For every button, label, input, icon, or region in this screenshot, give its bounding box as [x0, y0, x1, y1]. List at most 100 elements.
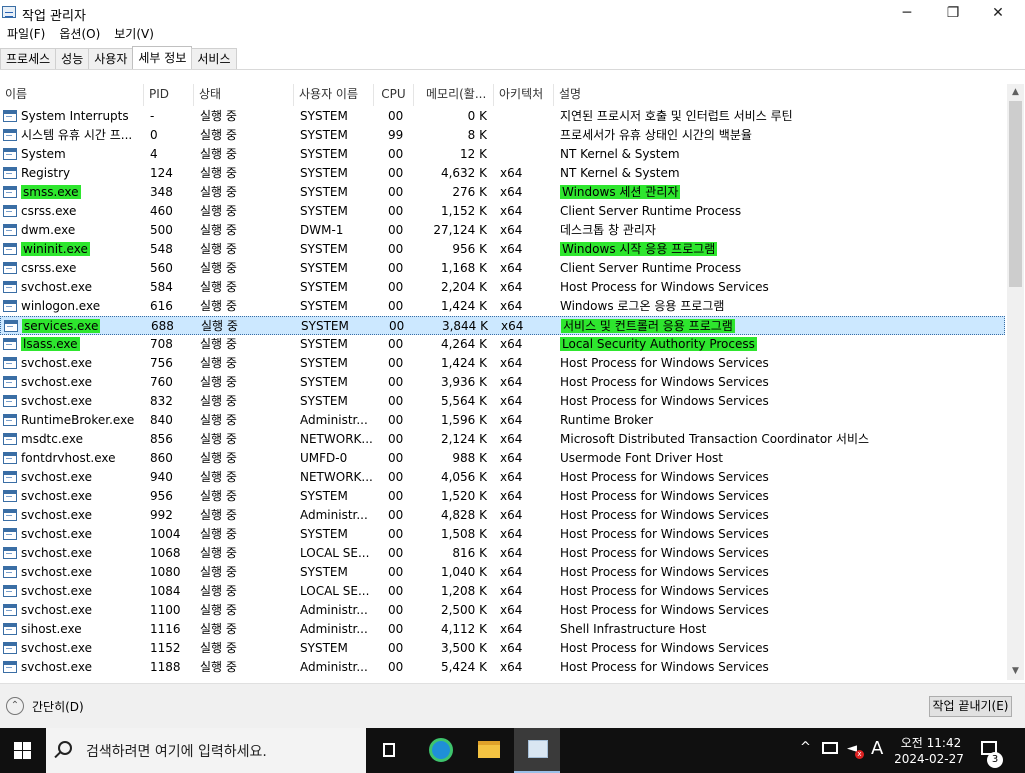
process-memory: 2,124 K	[440, 432, 487, 446]
task-view-icon	[383, 743, 395, 757]
table-row[interactable]: csrss.exe 560 실행 중 SYSTEM 00 1,168 K x64 Client…	[0, 259, 1005, 278]
process-pid: 616	[150, 299, 173, 313]
table-row[interactable]: svchost.exe 1100 실행 중 Administr... 00 2,500 K…	[0, 601, 1005, 620]
edge-button[interactable]	[418, 728, 464, 773]
column-header-arch[interactable]: 아키텍처	[494, 84, 554, 106]
tab-performance[interactable]: 성능	[55, 48, 90, 69]
end-task-button[interactable]: 작업 끝내기(E)	[929, 696, 1012, 717]
process-architecture: x64	[500, 280, 523, 294]
process-name: csrss.exe	[21, 204, 77, 218]
process-user: DWM-1	[300, 223, 344, 237]
process-icon	[3, 376, 17, 388]
table-row[interactable]: smss.exe 348 실행 중 SYSTEM 00 276 K x64 Windows 세…	[0, 183, 1005, 202]
table-row[interactable]: svchost.exe 584 실행 중 SYSTEM 00 2,204 K x64 Host…	[0, 278, 1005, 297]
maximize-button[interactable]: ❐	[930, 0, 976, 26]
table-row[interactable]: services.exe 688 실행 중 SYSTEM 00 3,844 K x64 서비스…	[0, 316, 1005, 335]
tab-details[interactable]: 세부 정보	[132, 46, 193, 69]
table-row[interactable]: svchost.exe 1080 실행 중 SYSTEM 00 1,040 K x64 Hos…	[0, 563, 1005, 582]
table-row[interactable]: svchost.exe 992 실행 중 Administr... 00 4,828 K x…	[0, 506, 1005, 525]
column-header-status[interactable]: 상태	[194, 84, 294, 106]
column-header-cpu[interactable]: CPU	[374, 84, 414, 106]
table-row[interactable]: 시스템 유휴 시간 프... 0 실행 중 SYSTEM 99 8 K 프로세서가 유휴 상…	[0, 126, 1005, 145]
process-cpu: 00	[388, 641, 404, 655]
footer-bar: ⌃ 간단히(D) 작업 끝내기(E)	[0, 683, 1025, 728]
table-row[interactable]: svchost.exe 1152 실행 중 SYSTEM 00 3,500 K x64 Hos…	[0, 639, 1005, 658]
table-row[interactable]: lsass.exe 708 실행 중 SYSTEM 00 4,264 K x64 Local …	[0, 335, 1005, 354]
input-method-indicator[interactable]: A	[871, 738, 883, 759]
task-view-button[interactable]	[368, 728, 414, 773]
process-cpu: 00	[388, 527, 404, 541]
taskbar: 검색하려면 여기에 입력하세요. ^ ◄ x A 오전 11:42 2024-0…	[0, 728, 1025, 773]
edge-icon	[429, 738, 453, 762]
scroll-down-icon[interactable]: ▼	[1007, 663, 1024, 680]
process-memory: 1,168 K	[440, 261, 487, 275]
tab-services[interactable]: 서비스	[191, 48, 237, 69]
table-row[interactable]: System 4 실행 중 SYSTEM 00 12 K NT Kernel & Syste…	[0, 145, 1005, 164]
table-row[interactable]: dwm.exe 500 실행 중 DWM-1 00 27,124 K x64 데스크톱 창 관…	[0, 221, 1005, 240]
table-row[interactable]: sihost.exe 1116 실행 중 Administr... 00 4,112 K x…	[0, 620, 1005, 639]
minimize-button[interactable]: ─	[884, 0, 930, 26]
file-explorer-button[interactable]	[466, 728, 512, 773]
table-row[interactable]: winlogon.exe 616 실행 중 SYSTEM 00 1,424 K x64 Win…	[0, 297, 1005, 316]
process-status: 실행 중	[200, 128, 237, 142]
task-manager-taskbar-button[interactable]	[514, 728, 560, 773]
start-button[interactable]	[0, 728, 46, 773]
clock-time[interactable]: 오전 11:42	[899, 734, 963, 751]
table-row[interactable]: svchost.exe 940 실행 중 NETWORK... 00 4,056 K x64…	[0, 468, 1005, 487]
menu-file[interactable]: 파일(F)	[0, 25, 52, 45]
collapse-chevron-icon[interactable]: ⌃	[6, 697, 24, 715]
show-hidden-icons-chevron-icon[interactable]: ^	[800, 740, 811, 755]
process-memory: 1,596 K	[440, 413, 487, 427]
process-description: Host Process for Windows Services	[560, 356, 769, 370]
process-cpu: 00	[388, 109, 404, 123]
table-row[interactable]: svchost.exe 832 실행 중 SYSTEM 00 5,564 K x64 Host…	[0, 392, 1005, 411]
table-row[interactable]: svchost.exe 956 실행 중 SYSTEM 00 1,520 K x64 Host…	[0, 487, 1005, 506]
table-row[interactable]: svchost.exe 1188 실행 중 Administr... 00 5,424 K…	[0, 658, 1005, 677]
column-header-name[interactable]: 이름	[0, 84, 144, 106]
tab-processes[interactable]: 프로세스	[0, 48, 57, 69]
process-memory: 4,112 K	[440, 622, 487, 636]
process-pid: 348	[150, 185, 173, 199]
scroll-thumb[interactable]	[1009, 101, 1022, 287]
taskbar-search-box[interactable]: 검색하려면 여기에 입력하세요.	[46, 728, 366, 773]
process-architecture	[500, 107, 550, 126]
process-pid: 1068	[150, 546, 181, 560]
process-name: wininit.exe	[21, 242, 90, 256]
tab-users[interactable]: 사용자	[88, 48, 134, 69]
table-row[interactable]: Registry 124 실행 중 SYSTEM 00 4,632 K x64 NT Kern…	[0, 164, 1005, 183]
clock-date[interactable]: 2024-02-27	[893, 752, 965, 766]
menu-options[interactable]: 옵션(O)	[52, 25, 107, 45]
process-description: Host Process for Windows Services	[560, 508, 769, 522]
process-cpu: 00	[388, 394, 404, 408]
column-header-description[interactable]: 설명	[554, 84, 1008, 106]
column-header-pid[interactable]: PID	[144, 84, 194, 106]
process-architecture: x64	[500, 527, 523, 541]
column-header-memory[interactable]: 메모리(활...	[414, 84, 494, 106]
network-icon[interactable]	[822, 742, 838, 754]
scroll-up-icon[interactable]: ▲	[1007, 84, 1024, 101]
process-user: Administr...	[300, 603, 368, 617]
table-row[interactable]: msdtc.exe 856 실행 중 NETWORK... 00 2,124 K x64 Mi…	[0, 430, 1005, 449]
table-row[interactable]: svchost.exe 1004 실행 중 SYSTEM 00 1,508 K x64 Hos…	[0, 525, 1005, 544]
table-row[interactable]: csrss.exe 460 실행 중 SYSTEM 00 1,152 K x64 Client…	[0, 202, 1005, 221]
table-row[interactable]: svchost.exe 1084 실행 중 LOCAL SE... 00 1,208 K x…	[0, 582, 1005, 601]
table-row[interactable]: RuntimeBroker.exe 840 실행 중 Administr... 00 1,…	[0, 411, 1005, 430]
process-memory: 816 K	[452, 546, 487, 560]
process-description: Host Process for Windows Services	[560, 470, 769, 484]
table-row[interactable]: System Interrupts - 실행 중 SYSTEM 00 0 K 지연된 프로시…	[0, 107, 1005, 126]
menu-view[interactable]: 보기(V)	[107, 25, 161, 45]
sort-ascending-icon: ^	[166, 84, 173, 87]
table-row[interactable]: svchost.exe 756 실행 중 SYSTEM 00 1,424 K x64 Host…	[0, 354, 1005, 373]
table-row[interactable]: svchost.exe 1068 실행 중 LOCAL SE... 00 816 K x64…	[0, 544, 1005, 563]
process-description: Windows 세션 관리자	[560, 185, 681, 199]
process-icon	[3, 148, 17, 160]
close-button[interactable]: ✕	[975, 0, 1021, 26]
fewer-details-link[interactable]: 간단히(D)	[32, 698, 84, 715]
vertical-scrollbar[interactable]: ▲ ▼	[1007, 84, 1024, 680]
process-icon	[3, 243, 17, 255]
table-row[interactable]: fontdrvhost.exe 860 실행 중 UMFD-0 00 988 K x64 Us…	[0, 449, 1005, 468]
column-header-user[interactable]: 사용자 이름	[294, 84, 374, 106]
table-row[interactable]: svchost.exe 760 실행 중 SYSTEM 00 3,936 K x64 Host…	[0, 373, 1005, 392]
process-cpu: 00	[388, 622, 404, 636]
table-row[interactable]: wininit.exe 548 실행 중 SYSTEM 00 956 K x64 Window…	[0, 240, 1005, 259]
